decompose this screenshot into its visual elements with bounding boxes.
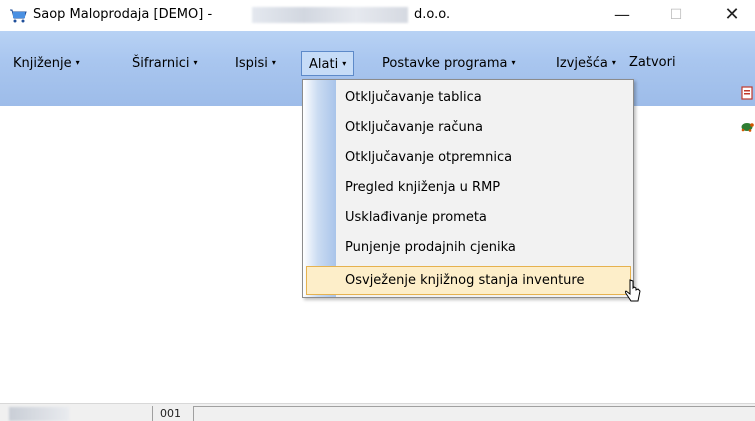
chevron-down-icon: ▾ bbox=[342, 59, 347, 68]
menu-izvjesca-label: Izvješća bbox=[556, 56, 608, 71]
menu-zatvori-label: Zatvori bbox=[629, 55, 676, 70]
redacted-company-name bbox=[252, 7, 408, 23]
menu-sifrarnici-label: Šifrarnici bbox=[132, 56, 190, 71]
menu-item-uskladivanje-prometa[interactable]: Usklađivanje prometa bbox=[345, 203, 487, 233]
maximize-button[interactable]: ☐ bbox=[653, 0, 699, 30]
menu-knjizenje[interactable]: Knjiženje ▾ bbox=[13, 52, 80, 74]
alati-dropdown-menu: Otključavanje tablica Otključavanje raču… bbox=[302, 79, 634, 298]
menu-ispisi[interactable]: Ispisi ▾ bbox=[235, 52, 276, 74]
menu-item-otkljucavanje-tablica[interactable]: Otključavanje tablica bbox=[345, 83, 482, 113]
status-panel bbox=[193, 406, 755, 421]
status-code: 001 bbox=[160, 407, 181, 420]
chevron-down-icon: ▾ bbox=[511, 58, 516, 67]
shopping-cart-icon bbox=[10, 9, 27, 23]
status-redacted bbox=[9, 407, 69, 421]
menu-zatvori[interactable]: Zatvori bbox=[629, 52, 676, 74]
menu-alati-label: Alati bbox=[309, 57, 339, 72]
menu-gutter bbox=[303, 80, 336, 297]
document-icon[interactable] bbox=[740, 86, 754, 100]
menu-knjizenje-label: Knjiženje bbox=[13, 56, 72, 71]
menu-item-otkljucavanje-otpremnica[interactable]: Otključavanje otpremnica bbox=[345, 143, 512, 173]
minimize-button[interactable]: — bbox=[599, 0, 645, 30]
menu-sifrarnici[interactable]: Šifrarnici ▾ bbox=[132, 52, 198, 74]
menu-postavke-label: Postavke programa bbox=[382, 56, 508, 71]
turtle-icon[interactable] bbox=[740, 119, 754, 133]
menu-item-punjenje-cjenika[interactable]: Punjenje prodajnih cjenika bbox=[345, 233, 516, 263]
menu-item-osvjezenje-inventure[interactable]: Osvježenje knjižnog stanja inventure bbox=[345, 266, 584, 296]
chevron-down-icon: ▾ bbox=[611, 58, 616, 67]
menu-postavke-programa[interactable]: Postavke programa ▾ bbox=[382, 52, 516, 74]
status-bar: 001 bbox=[0, 403, 755, 421]
title-bar: Saop Maloprodaja [DEMO] - d.o.o. — ☐ ✕ bbox=[0, 0, 755, 30]
status-divider bbox=[152, 406, 153, 421]
close-button[interactable]: ✕ bbox=[709, 0, 755, 30]
menu-item-pregled-knjizenja[interactable]: Pregled knjiženja u RMP bbox=[345, 173, 500, 203]
menu-alati[interactable]: Alati ▾ bbox=[301, 51, 355, 76]
chevron-down-icon: ▾ bbox=[193, 58, 198, 67]
menu-ispisi-label: Ispisi bbox=[235, 56, 268, 71]
window-title: Saop Maloprodaja [DEMO] - bbox=[33, 7, 213, 22]
menu-item-otkljucavanje-racuna[interactable]: Otključavanje računa bbox=[345, 113, 483, 143]
window-title-suffix: d.o.o. bbox=[414, 7, 451, 22]
mouse-pointer-icon bbox=[625, 279, 641, 302]
chevron-down-icon: ▾ bbox=[75, 58, 80, 67]
chevron-down-icon: ▾ bbox=[271, 58, 276, 67]
menu-izvjesca[interactable]: Izvješća ▾ bbox=[556, 52, 616, 74]
